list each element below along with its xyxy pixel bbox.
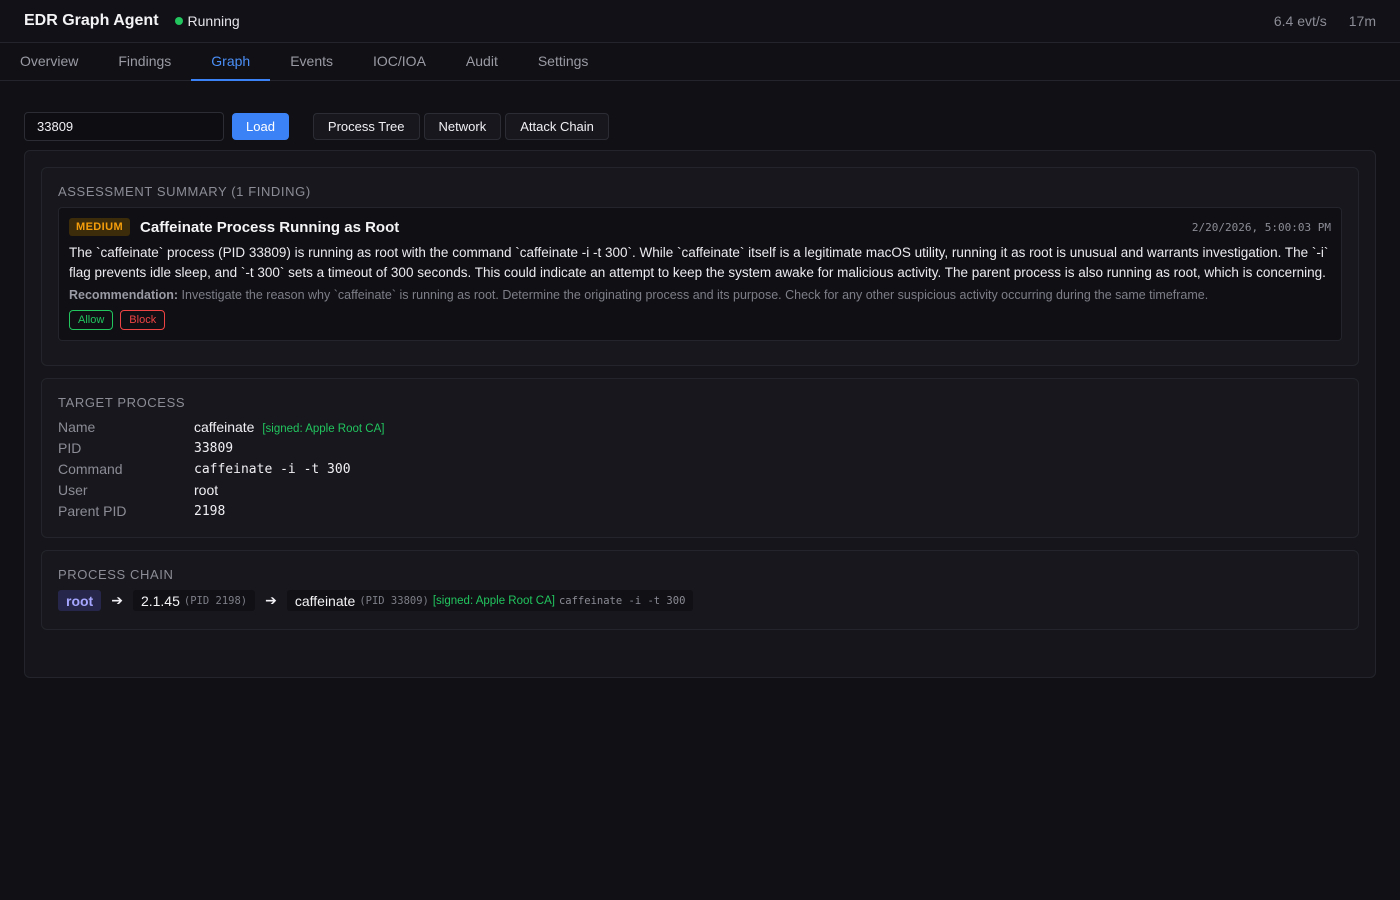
load-button[interactable]: Load <box>232 113 289 140</box>
chain-node-pid: (PID 2198) <box>183 594 248 607</box>
agent-status: Running <box>174 13 240 29</box>
tab-settings[interactable]: Settings <box>518 43 609 81</box>
signed-badge: [signed: Apple Root CA] <box>432 594 555 607</box>
chain-node-pid: (PID 33809) <box>359 594 429 607</box>
tab-ioc-ioa[interactable]: IOC/IOA <box>353 43 446 81</box>
finding-recommendation: Recommendation: Investigate the reason w… <box>69 288 1331 302</box>
chain-node-name: 2.1.45 <box>140 592 180 609</box>
top-bar: EDR Graph Agent Running 6.4 evt/s 17m <box>0 0 1400 43</box>
finding-header-left: MEDIUM Caffeinate Process Running as Roo… <box>69 218 399 236</box>
arrow-right-icon: ➔ <box>111 592 123 608</box>
process-tree-button[interactable]: Process Tree <box>312 113 420 140</box>
user-value: root <box>194 482 219 498</box>
top-bar-stats: 6.4 evt/s 17m <box>1274 13 1376 29</box>
finding-header: MEDIUM Caffeinate Process Running as Roo… <box>69 218 1331 236</box>
target-process: TARGET PROCESS Name caffeinate [signed: … <box>41 378 1359 538</box>
process-chain-title: PROCESS CHAIN <box>58 567 174 582</box>
target-process-title: TARGET PROCESS <box>58 395 186 410</box>
name-key: Name <box>58 419 96 435</box>
event-rate: 6.4 evt/s <box>1273 13 1327 29</box>
process-name: caffeinate <box>194 419 255 435</box>
severity-badge: MEDIUM <box>69 218 131 236</box>
user-key: User <box>58 482 88 498</box>
chain-root-user[interactable]: root <box>58 590 102 611</box>
block-button[interactable]: Block <box>120 310 166 330</box>
main-tabs: Overview Findings Graph Events IOC/IOA A… <box>0 43 1400 81</box>
tab-events[interactable]: Events <box>270 43 353 81</box>
tab-overview[interactable]: Overview <box>0 43 98 81</box>
command-value: caffeinate -i -t 300 <box>194 462 351 477</box>
pid-key: PID <box>58 440 82 456</box>
assessment-summary: ASSESSMENT SUMMARY (1 FINDING) MEDIUM Ca… <box>41 167 1359 366</box>
tab-findings[interactable]: Findings <box>98 43 191 81</box>
graph-controls: Load Process Tree Network Attack Chain <box>0 81 1400 148</box>
chain-node-command: caffeinate -i -t 300 <box>558 594 686 607</box>
chain-node-name: caffeinate <box>294 592 356 609</box>
assessment-title: ASSESSMENT SUMMARY (1 FINDING) <box>58 184 311 199</box>
network-button[interactable]: Network <box>423 113 502 140</box>
pid-value: 33809 <box>194 441 234 456</box>
app-title: EDR Graph Agent <box>24 12 159 29</box>
tab-graph[interactable]: Graph <box>191 43 271 81</box>
recommendation-label: Recommendation: <box>69 288 179 302</box>
allow-button[interactable]: Allow <box>69 310 114 330</box>
finding-title: Caffeinate Process Running as Root <box>140 218 400 236</box>
process-chain-list: root ➔ 2.1.45 (PID 2198) ➔ caffeinate (P… <box>58 590 1342 611</box>
finding-card: MEDIUM Caffeinate Process Running as Roo… <box>58 207 1342 341</box>
finding-description: The `caffeinate` process (PID 33809) is … <box>69 245 1329 280</box>
name-value: caffeinate [signed: Apple Root CA] <box>194 418 1342 437</box>
arrow-right-icon: ➔ <box>265 592 277 608</box>
attack-chain-button[interactable]: Attack Chain <box>505 113 609 140</box>
parent-pid-key: Parent PID <box>58 503 127 519</box>
parent-pid-value: 2198 <box>194 504 226 519</box>
finding-actions: Allow Block <box>69 310 1331 330</box>
pid-input[interactable] <box>24 112 224 141</box>
uptime: 17m <box>1348 13 1376 29</box>
graph-panel: ASSESSMENT SUMMARY (1 FINDING) MEDIUM Ca… <box>24 150 1376 678</box>
recommendation-text: Investigate the reason why `caffeinate` … <box>181 288 1209 302</box>
tab-audit[interactable]: Audit <box>446 43 518 81</box>
status-label: Running <box>187 13 240 29</box>
status-dot-icon <box>174 17 183 25</box>
chain-node-target[interactable]: caffeinate (PID 33809) [signed: Apple Ro… <box>286 590 694 611</box>
chain-node-parent[interactable]: 2.1.45 (PID 2198) <box>132 590 256 611</box>
finding-timestamp: 2/20/2026, 5:00:03 PM <box>1191 220 1331 234</box>
top-bar-left: EDR Graph Agent Running <box>24 12 240 30</box>
process-chain: PROCESS CHAIN root ➔ 2.1.45 (PID 2198) ➔… <box>41 550 1359 630</box>
view-selector: Process Tree Network Attack Chain <box>312 113 609 140</box>
signed-badge: [signed: Apple Root CA] <box>262 423 385 435</box>
target-process-details: Name caffeinate [signed: Apple Root CA] … <box>58 418 1342 521</box>
command-key: Command <box>58 461 123 477</box>
